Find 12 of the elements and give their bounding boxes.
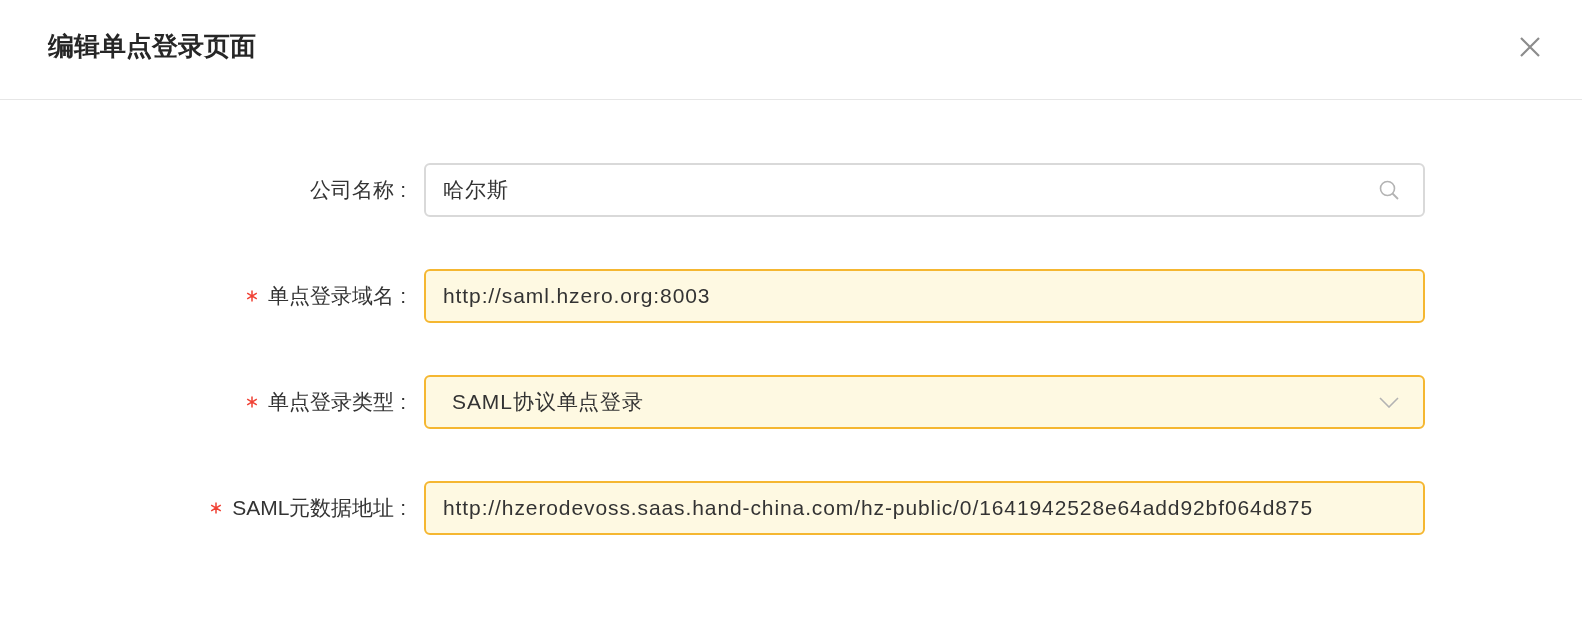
- field-label: 公司名称 :: [310, 177, 406, 203]
- close-icon[interactable]: [1520, 36, 1540, 57]
- field-label: SAML元数据地址 :: [232, 495, 406, 521]
- dialog-title: 编辑单点登录页面: [48, 30, 256, 63]
- input-field[interactable]: http://hzerodevoss.saas.hand-china.com/hz-public/0/1641942528e64add92bf064d875: [424, 481, 1425, 535]
- search-icon[interactable]: [1379, 180, 1399, 200]
- lookup-field[interactable]: 哈尔斯: [424, 163, 1425, 217]
- field-label: 单点登录类型 :: [268, 389, 406, 415]
- field-label: 单点登录域名 :: [268, 283, 406, 309]
- select-field[interactable]: SAML协议单点登录: [424, 375, 1425, 429]
- chevron-down-icon[interactable]: [1379, 396, 1399, 408]
- input-field[interactable]: http://saml.hzero.org:8003: [424, 269, 1425, 323]
